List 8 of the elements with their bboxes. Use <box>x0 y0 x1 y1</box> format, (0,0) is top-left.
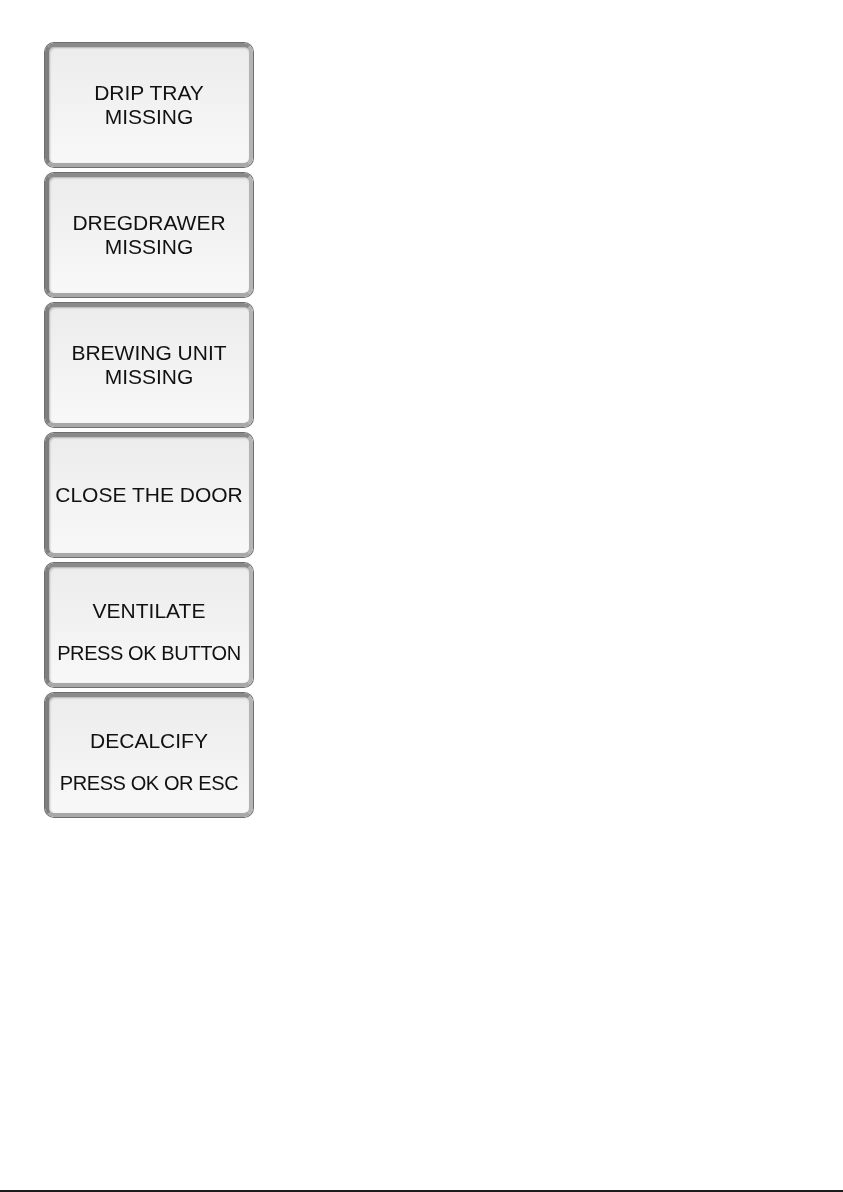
display-message: DREGDRAWER MISSING <box>71 211 227 259</box>
display-message: VENTILATE <box>92 599 206 623</box>
display-message: DECALCIFY <box>90 729 208 753</box>
display-prompt: PRESS OK BUTTON <box>57 641 241 665</box>
display-prompt: PRESS OK OR ESC <box>59 771 239 795</box>
display-message: BREWING UNIT MISSING <box>70 341 228 389</box>
display-message: CLOSE THE DOOR <box>55 483 243 507</box>
display-message: DRIP TRAY MISSING <box>93 81 205 129</box>
